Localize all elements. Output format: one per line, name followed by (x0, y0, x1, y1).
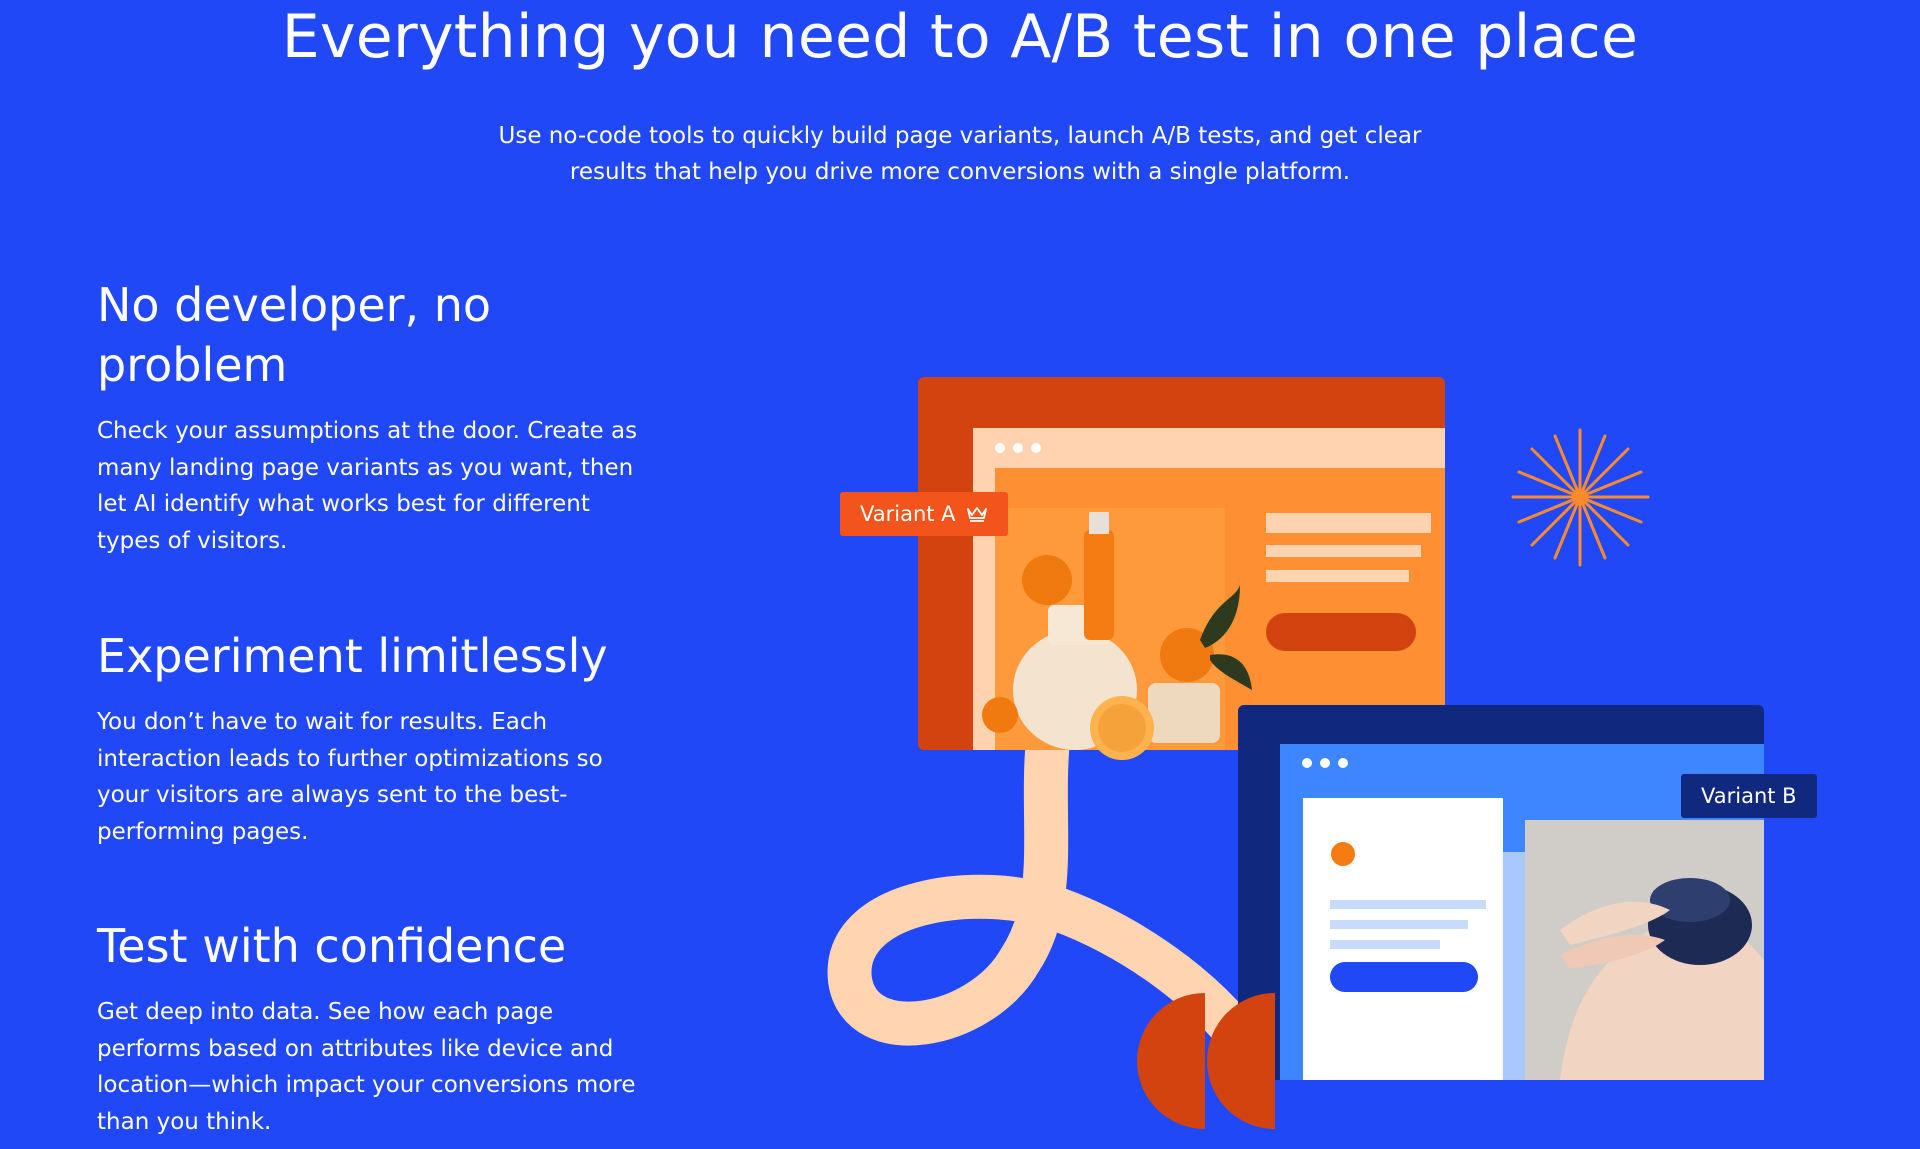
crown-icon (966, 507, 987, 522)
skincare-product-photo (982, 508, 1252, 760)
variant-a-tag: Variant A (840, 492, 1008, 536)
sparkle-icon (1511, 428, 1650, 567)
half-circle-shape-left (1137, 993, 1205, 1129)
variant-a-label: Variant A (860, 502, 956, 526)
variant-b-tag: Variant B (1681, 774, 1817, 818)
variant-b-window (1238, 705, 1764, 1080)
ab-test-illustration (827, 377, 1764, 1129)
hand-with-jar-photo (1525, 820, 1764, 1080)
variant-a-window (918, 377, 1445, 760)
variant-b-label: Variant B (1701, 784, 1797, 808)
